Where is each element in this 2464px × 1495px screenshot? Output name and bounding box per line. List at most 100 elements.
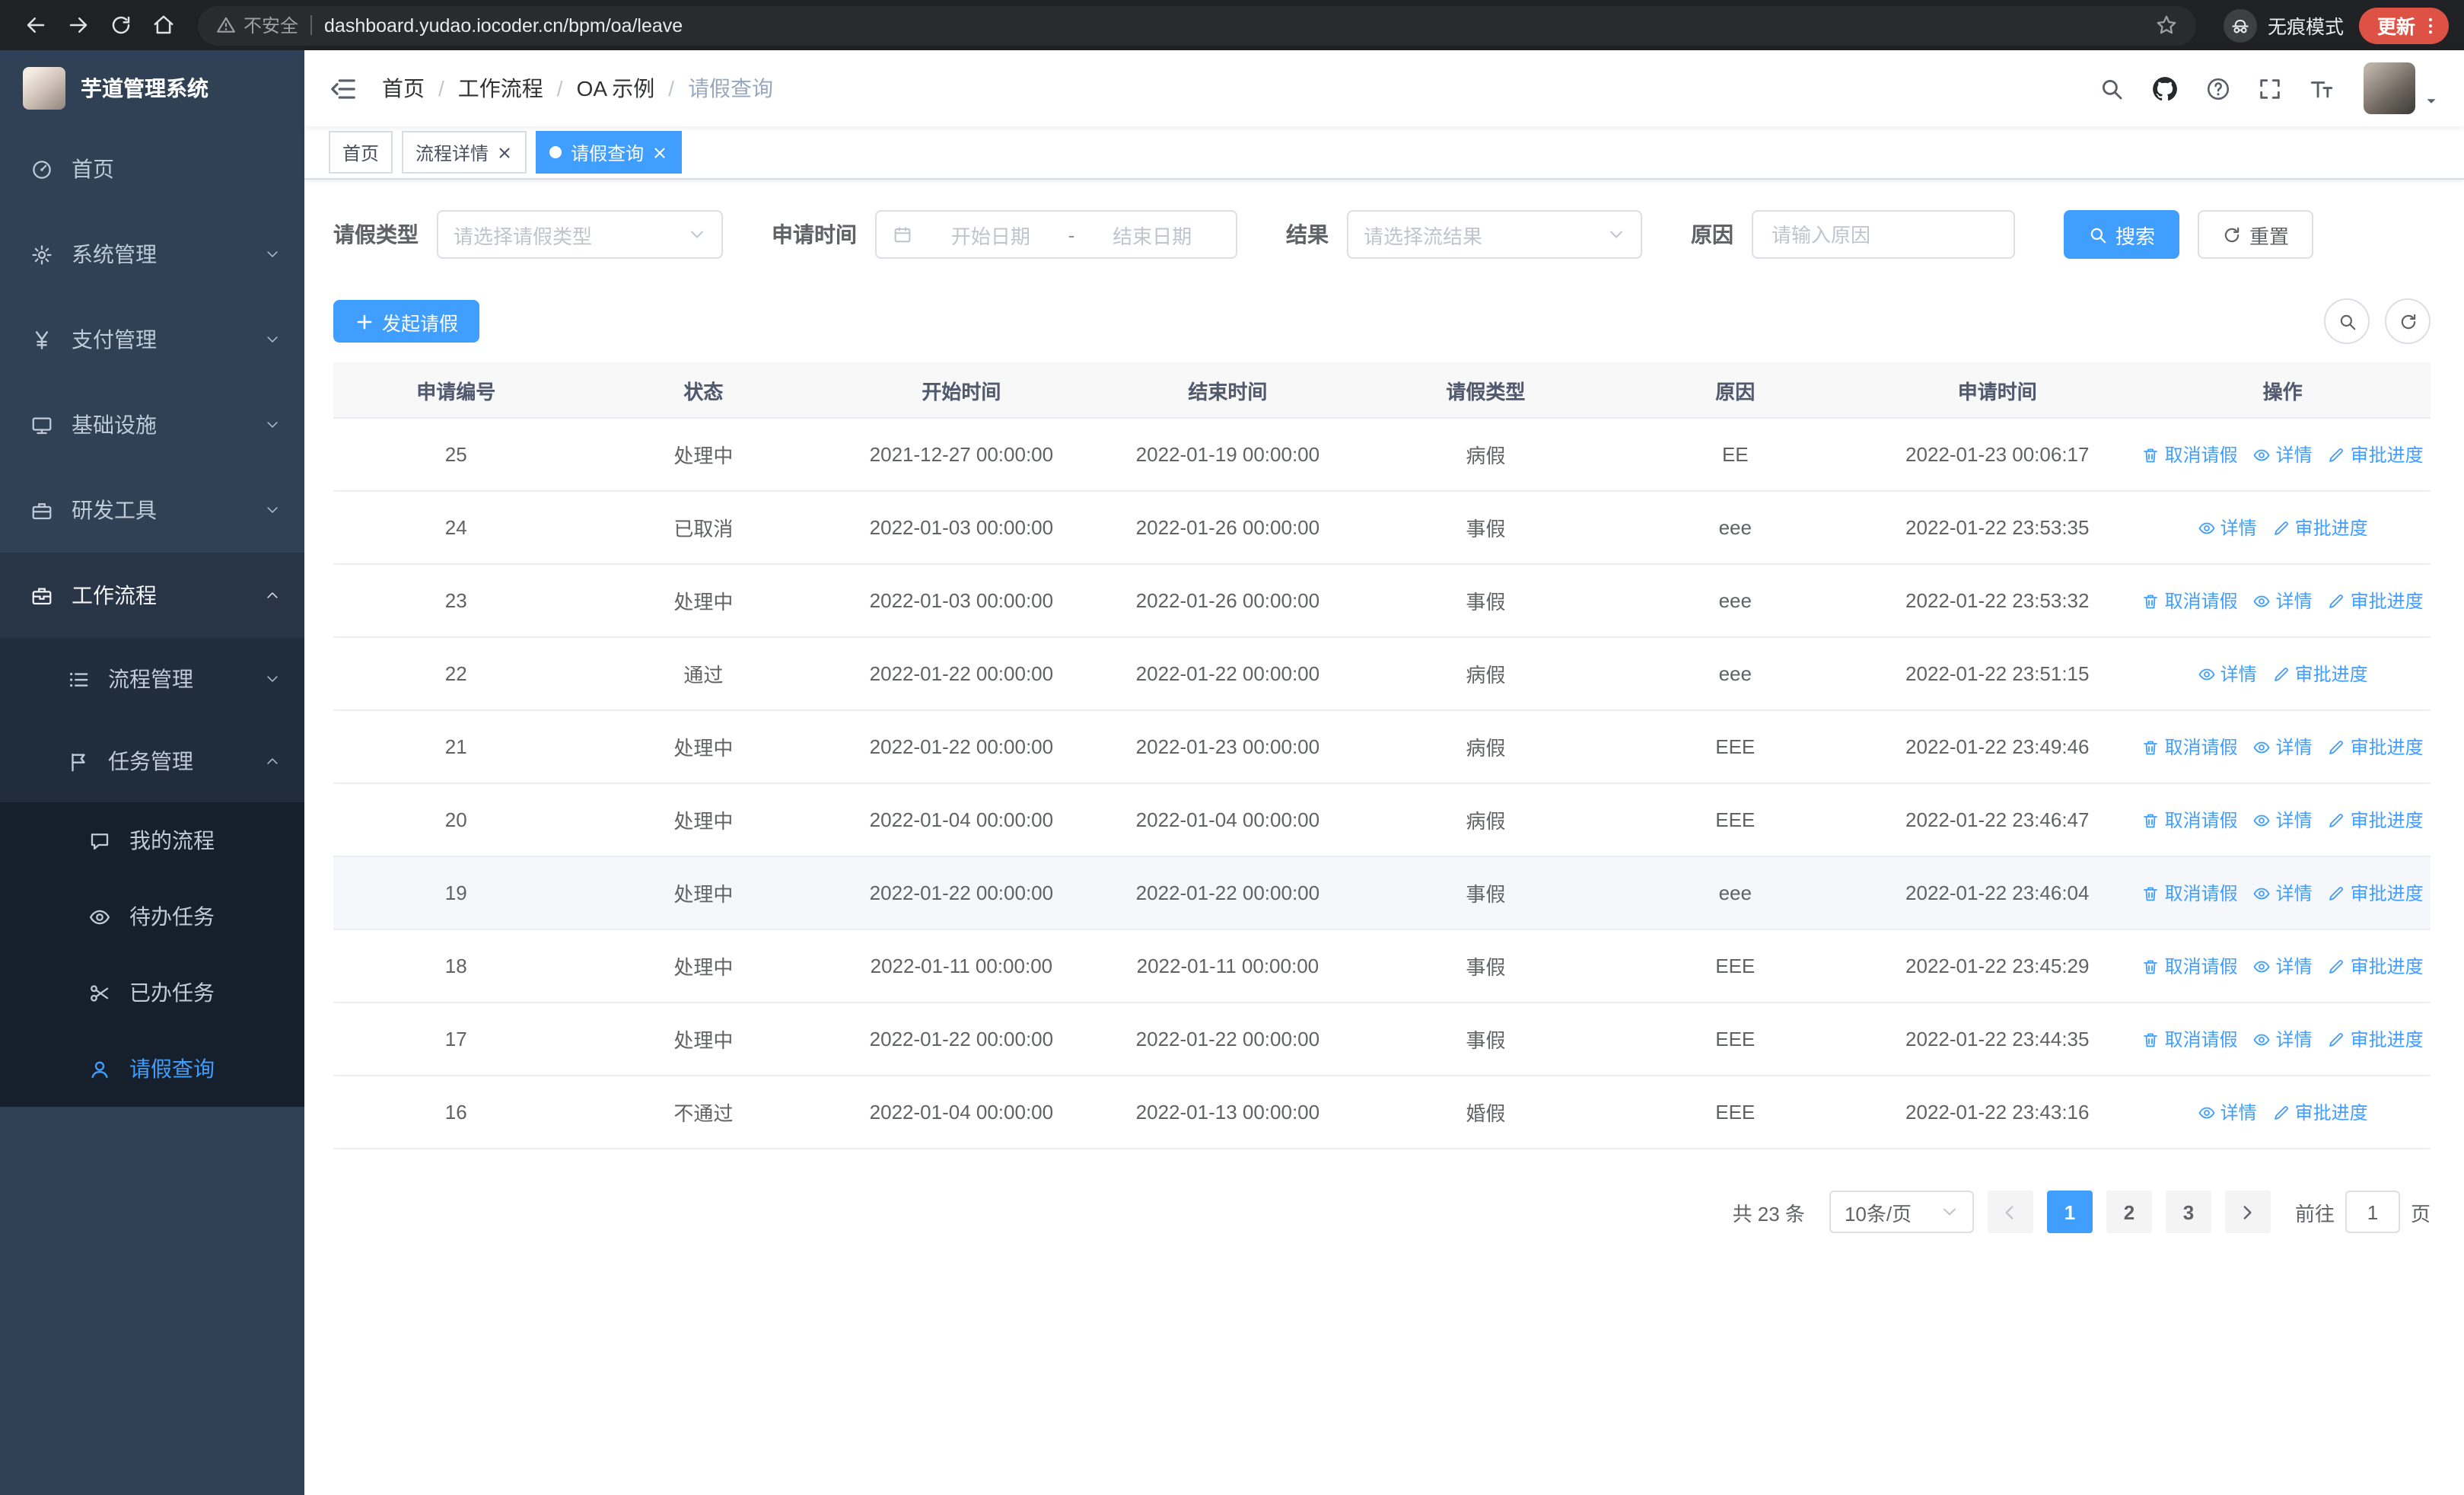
cell-end: 2022-01-11 00:00:00 <box>1094 929 1361 1003</box>
cancel-leave-link[interactable]: 取消请假 <box>2142 588 2238 614</box>
approval-progress-link[interactable]: 审批进度 <box>2328 807 2424 833</box>
breadcrumb-item[interactable]: 工作流程 <box>458 73 543 104</box>
result-select[interactable]: 请选择流结果 <box>1347 210 1642 259</box>
approval-progress-link[interactable]: 审批进度 <box>2328 734 2424 760</box>
approval-progress-link[interactable]: 审批进度 <box>2328 880 2424 906</box>
date-range-picker[interactable]: 开始日期 - 结束日期 <box>875 210 1237 259</box>
cancel-leave-link[interactable]: 取消请假 <box>2142 807 2238 833</box>
column-header: 原因 <box>1610 362 1861 419</box>
action-label: 取消请假 <box>2164 1029 2238 1050</box>
detail-link[interactable]: 详情 <box>2198 515 2257 540</box>
next-page-button[interactable] <box>2224 1191 2271 1233</box>
cancel-leave-link[interactable]: 取消请假 <box>2142 1026 2238 1052</box>
detail-link[interactable]: 详情 <box>2253 734 2313 760</box>
refresh-table-button[interactable] <box>2385 298 2431 344</box>
reason-input[interactable] <box>1752 210 2015 259</box>
detail-link[interactable]: 详情 <box>2253 880 2313 906</box>
reload-button[interactable] <box>100 5 140 45</box>
github-icon[interactable] <box>2150 74 2179 103</box>
detail-link[interactable]: 详情 <box>2198 1099 2257 1125</box>
detail-link[interactable]: 详情 <box>2253 441 2313 467</box>
sidebar-item-3[interactable]: 基础设施 <box>0 382 304 467</box>
cell-actions: 详情 审批进度 <box>2135 1076 2431 1149</box>
leave-type-select[interactable]: 请选择请假类型 <box>437 210 723 259</box>
search-button-label: 搜索 <box>2115 225 2156 247</box>
help-icon[interactable] <box>2205 75 2231 101</box>
cancel-leave-link[interactable]: 取消请假 <box>2142 953 2238 979</box>
security-status[interactable]: 不安全 <box>216 12 298 38</box>
detail-link[interactable]: 详情 <box>2253 588 2313 614</box>
tab-1[interactable]: 流程详情 <box>402 131 527 174</box>
sidebar-item-8[interactable]: 我的流程 <box>0 802 304 878</box>
approval-progress-link[interactable]: 审批进度 <box>2328 953 2424 979</box>
detail-link[interactable]: 详情 <box>2253 807 2313 833</box>
sidebar-item-7[interactable]: 任务管理 <box>0 720 304 802</box>
column-header: 请假类型 <box>1361 362 1611 419</box>
close-icon[interactable] <box>651 144 668 161</box>
prev-page-button[interactable] <box>1987 1191 2033 1233</box>
action-label: 审批进度 <box>2350 1029 2424 1050</box>
menu-dots-icon <box>2420 14 2441 36</box>
edit-icon <box>2272 665 2291 683</box>
breadcrumb-item[interactable]: 首页 <box>382 73 425 104</box>
sidebar-item-5[interactable]: 工作流程 <box>0 553 304 638</box>
cell-type: 事假 <box>1361 929 1611 1003</box>
apply-time-label: 申请时间 <box>772 222 857 247</box>
sidebar-item-2[interactable]: 支付管理 <box>0 297 304 382</box>
search-icon[interactable] <box>2099 75 2125 101</box>
address-bar[interactable]: 不安全 dashboard.yudao.iocoder.cn/bpm/oa/le… <box>198 5 2196 45</box>
app-logo[interactable]: 芋道管理系统 <box>0 50 304 126</box>
page-size-select[interactable]: 10条/页 <box>1829 1191 1974 1233</box>
approval-progress-link[interactable]: 审批进度 <box>2328 1026 2424 1052</box>
cell-end: 2022-01-13 00:00:00 <box>1094 1076 1361 1149</box>
sidebar-item-11[interactable]: 请假查询 <box>0 1031 304 1107</box>
eye-icon <box>2198 665 2216 683</box>
back-button[interactable] <box>15 5 55 45</box>
detail-link[interactable]: 详情 <box>2253 953 2313 979</box>
sidebar-item-9[interactable]: 待办任务 <box>0 878 304 955</box>
fullscreen-icon[interactable] <box>2257 75 2283 101</box>
screen: 不安全 dashboard.yudao.iocoder.cn/bpm/oa/le… <box>0 0 2464 1495</box>
home-button[interactable] <box>143 5 183 45</box>
cancel-leave-link[interactable]: 取消请假 <box>2142 880 2238 906</box>
sidebar-item-label: 流程管理 <box>108 667 193 691</box>
search-button[interactable]: 搜索 <box>2064 210 2180 259</box>
yen-icon <box>30 328 53 351</box>
detail-link[interactable]: 详情 <box>2198 661 2257 687</box>
column-header: 状态 <box>578 362 829 419</box>
create-leave-button[interactable]: 发起请假 <box>333 300 480 343</box>
cancel-leave-link[interactable]: 取消请假 <box>2142 441 2238 467</box>
sidebar-item-6[interactable]: 流程管理 <box>0 638 304 720</box>
calendar-icon <box>892 224 913 245</box>
cell-type: 事假 <box>1361 856 1611 930</box>
update-button[interactable]: 更新 <box>2358 7 2449 43</box>
sidebar-item-4[interactable]: 研发工具 <box>0 467 304 553</box>
sidebar-collapse-icon[interactable] <box>329 74 358 103</box>
forward-button[interactable] <box>58 5 97 45</box>
goto-page-input[interactable] <box>2345 1191 2400 1233</box>
breadcrumb-item[interactable]: OA 示例 <box>577 73 655 104</box>
list-icon <box>67 668 90 690</box>
approval-progress-link[interactable]: 审批进度 <box>2328 588 2424 614</box>
approval-progress-link[interactable]: 审批进度 <box>2272 661 2368 687</box>
close-icon[interactable] <box>496 144 513 161</box>
approval-progress-link[interactable]: 审批进度 <box>2328 441 2424 467</box>
tab-0[interactable]: 首页 <box>329 131 393 174</box>
sidebar-item-0[interactable]: 首页 <box>0 126 304 212</box>
approval-progress-link[interactable]: 审批进度 <box>2272 515 2368 540</box>
user-menu[interactable] <box>2364 62 2440 114</box>
trash-icon <box>2142 884 2160 902</box>
detail-link[interactable]: 详情 <box>2253 1026 2313 1052</box>
bookmark-star-icon[interactable] <box>2155 14 2178 37</box>
reset-button[interactable]: 重置 <box>2198 210 2314 259</box>
page-button-3[interactable]: 3 <box>2165 1191 2211 1233</box>
toggle-search-button[interactable] <box>2324 298 2370 344</box>
sidebar-item-10[interactable]: 已办任务 <box>0 955 304 1031</box>
font-size-icon[interactable] <box>2309 75 2335 101</box>
cancel-leave-link[interactable]: 取消请假 <box>2142 734 2238 760</box>
page-button-1[interactable]: 1 <box>2046 1191 2093 1233</box>
approval-progress-link[interactable]: 审批进度 <box>2272 1099 2368 1125</box>
sidebar-item-1[interactable]: 系统管理 <box>0 212 304 297</box>
tab-2[interactable]: 请假查询 <box>536 131 683 174</box>
page-button-2[interactable]: 2 <box>2106 1191 2152 1233</box>
